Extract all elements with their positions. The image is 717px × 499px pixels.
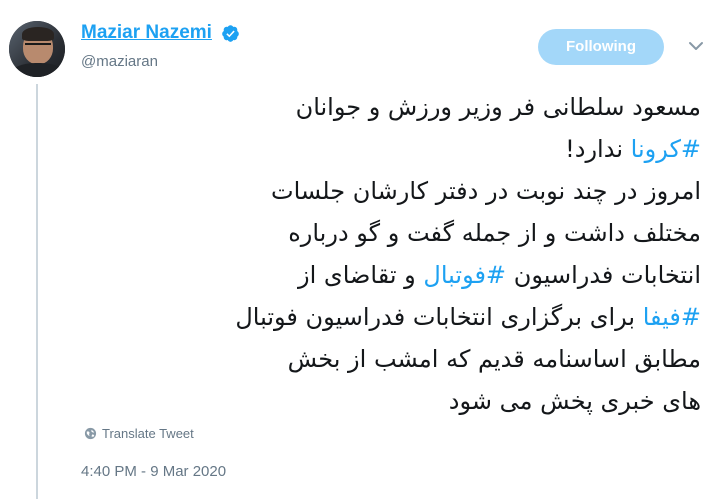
author-name-block: Maziar Nazemi <box>81 22 240 44</box>
following-button[interactable]: Following <box>538 29 664 65</box>
tweet-text-segment: و تقاضای از <box>298 261 416 289</box>
translate-tweet-label[interactable]: Translate Tweet <box>102 426 194 441</box>
tweet-text-segment: مسعود سلطانی فر وزیر ورزش و جوانان <box>295 93 701 121</box>
tweet-text-segment: مطابق اساسنامه قدیم که امشب از بخش <box>287 345 701 373</box>
tweet-line: انتخابات فدراسیون #فوتبال و تقاضای از <box>81 254 701 296</box>
translate-tweet-link[interactable]: Translate Tweet <box>84 426 194 441</box>
author-display-name[interactable]: Maziar Nazemi <box>81 22 212 44</box>
hashtag-link[interactable]: #فوتبال <box>423 261 506 289</box>
tweet-text-segment: انتخابات فدراسیون <box>513 261 701 289</box>
avatar-shoulders <box>11 63 65 77</box>
tweet-text-segment: برای برگزاری انتخابات فدراسیون فوتبال <box>235 303 636 331</box>
tweet-text-segment: مختلف داشت و از جمله گفت و گو درباره <box>288 219 701 247</box>
tweet-line: #کرونا ندارد! <box>81 128 701 170</box>
tweet-line: #فیفا برای برگزاری انتخابات فدراسیون فوت… <box>81 296 701 338</box>
chevron-down-icon[interactable] <box>688 40 704 52</box>
hashtag-link[interactable]: #فیفا <box>643 303 701 331</box>
tweet-line: های خبری پخش می شود <box>81 380 701 422</box>
thread-line <box>36 84 38 499</box>
verified-badge-icon <box>222 24 239 42</box>
tweet-text-segment: امروز در چند نوبت در دفتر کارشان جلسات <box>270 177 701 205</box>
avatar-glasses <box>25 43 51 51</box>
tweet-line: مطابق اساسنامه قدیم که امشب از بخش <box>81 338 701 380</box>
tweet-text-segment: ندارد! <box>565 135 623 163</box>
hashtag-link[interactable]: #کرونا <box>631 135 701 163</box>
avatar-hair <box>22 27 54 41</box>
avatar[interactable] <box>9 21 65 77</box>
author-handle[interactable]: @maziaran <box>81 53 158 70</box>
tweet-timestamp[interactable]: 4:40 PM - 9 Mar 2020 <box>81 463 226 480</box>
globe-icon <box>84 427 97 440</box>
tweet-line: مسعود سلطانی فر وزیر ورزش و جوانان <box>81 86 701 128</box>
tweet-line: امروز در چند نوبت در دفتر کارشان جلسات <box>81 170 701 212</box>
tweet-line: مختلف داشت و از جمله گفت و گو درباره <box>81 212 701 254</box>
tweet-text: مسعود سلطانی فر وزیر ورزش و جوانان #کرون… <box>81 86 701 422</box>
tweet-text-segment: های خبری پخش می شود <box>448 387 701 415</box>
